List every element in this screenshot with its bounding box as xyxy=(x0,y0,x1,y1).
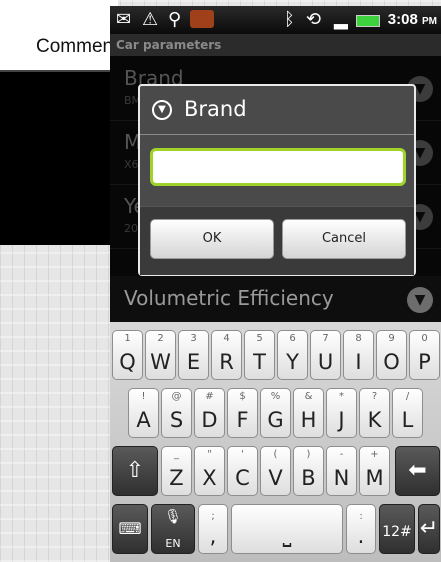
shift-key[interactable]: ⇧ xyxy=(112,446,158,496)
soft-keyboard: 1Q 2W 3E 4R 5T 6Y 7U 8I 9O 0P ! A @ S # D $… xyxy=(110,322,441,562)
dialog-header: ▼ Brand xyxy=(140,86,414,134)
dialog-title: Brand xyxy=(184,97,247,121)
cancel-button[interactable]: Cancel xyxy=(282,219,406,259)
key-r[interactable]: 4R xyxy=(211,330,242,380)
key-t[interactable]: 5T xyxy=(244,330,275,380)
key-m[interactable]: + M xyxy=(359,446,390,496)
backspace-icon: ⬅ xyxy=(408,458,427,483)
key-p[interactable]: 0P xyxy=(409,330,440,380)
background-window: Commen xyxy=(0,0,118,245)
warning-icon: ⚠ xyxy=(142,9,159,30)
list-item-label: Volumetric Efficiency xyxy=(124,286,334,310)
background-topbar xyxy=(0,0,118,26)
comma-key[interactable]: ;, xyxy=(198,504,228,554)
key-c[interactable]: ' C xyxy=(227,446,258,496)
enter-icon: ↵ xyxy=(419,516,439,541)
key-e[interactable]: 3E xyxy=(178,330,209,380)
sync-icon: ⟲ xyxy=(306,9,322,30)
key-b[interactable]: ) B xyxy=(293,446,324,496)
microphone-icon: 🎙 xyxy=(164,509,182,525)
enter-key[interactable]: ↵ xyxy=(418,504,440,554)
space-icon: ⎵ xyxy=(282,523,292,548)
key-l[interactable]: / L xyxy=(392,388,423,438)
app-icon xyxy=(190,10,214,28)
list-item[interactable]: Volumetric Efficiency ▼ xyxy=(110,278,441,322)
usb-icon: ⚲ xyxy=(168,9,182,30)
key-z[interactable]: _ Z xyxy=(161,446,192,496)
brand-dialog: ▼ Brand OK Cancel xyxy=(138,84,416,276)
key-s[interactable]: @ S xyxy=(161,388,192,438)
key-d[interactable]: # D xyxy=(194,388,225,438)
key-q[interactable]: 1Q xyxy=(112,330,143,380)
dropdown-icon: ▼ xyxy=(152,100,172,120)
key-g[interactable]: % G xyxy=(260,388,291,438)
key-j[interactable]: * J xyxy=(326,388,357,438)
mic-key[interactable]: 🎙 EN xyxy=(151,504,195,554)
key-x[interactable]: " X xyxy=(194,446,225,496)
status-bar: ✉ ⚠ ⚲ ᛒ ⟲ ▂ 3:08 PM xyxy=(110,6,441,34)
battery-icon xyxy=(356,15,380,27)
key-u[interactable]: 7U xyxy=(310,330,341,380)
ok-button[interactable]: OK xyxy=(150,219,274,259)
page-title: Car parameters xyxy=(110,34,441,56)
phone-screen: ✉ ⚠ ⚲ ᛒ ⟲ ▂ 3:08 PM Car parameters Brand… xyxy=(110,6,441,562)
shift-icon: ⇧ xyxy=(125,458,145,483)
key-f[interactable]: $ F xyxy=(227,388,258,438)
brand-input[interactable] xyxy=(150,148,406,186)
chevron-down-icon: ▼ xyxy=(407,287,433,313)
keyboard-icon: ⌨ xyxy=(118,519,142,538)
dialog-button-bar: OK Cancel xyxy=(140,206,414,275)
key-a[interactable]: ! A xyxy=(128,388,159,438)
background-comment-field: Commen xyxy=(0,26,118,72)
keyboard-settings-key[interactable]: ⌨ xyxy=(112,504,148,554)
key-y[interactable]: 6Y xyxy=(277,330,308,380)
key-k[interactable]: ? K xyxy=(359,388,390,438)
divider xyxy=(140,134,414,135)
signal-icon: ▂ xyxy=(334,9,348,30)
backspace-key[interactable]: ⬅ xyxy=(395,446,440,496)
key-n[interactable]: -N xyxy=(326,446,357,496)
space-key[interactable]: ⎵ xyxy=(231,504,343,554)
mail-icon: ✉ xyxy=(116,9,132,30)
key-o[interactable]: 9O xyxy=(376,330,407,380)
key-i[interactable]: 8I xyxy=(343,330,374,380)
bluetooth-icon: ᛒ xyxy=(284,9,295,30)
key-h[interactable]: & H xyxy=(293,388,324,438)
key-v[interactable]: (V xyxy=(260,446,291,496)
comment-label: Commen xyxy=(36,36,114,57)
clock: 3:08 PM xyxy=(387,11,437,28)
symbols-key[interactable]: 12# xyxy=(379,504,415,554)
key-w[interactable]: 2W xyxy=(145,330,176,380)
period-key[interactable]: :. xyxy=(346,504,376,554)
